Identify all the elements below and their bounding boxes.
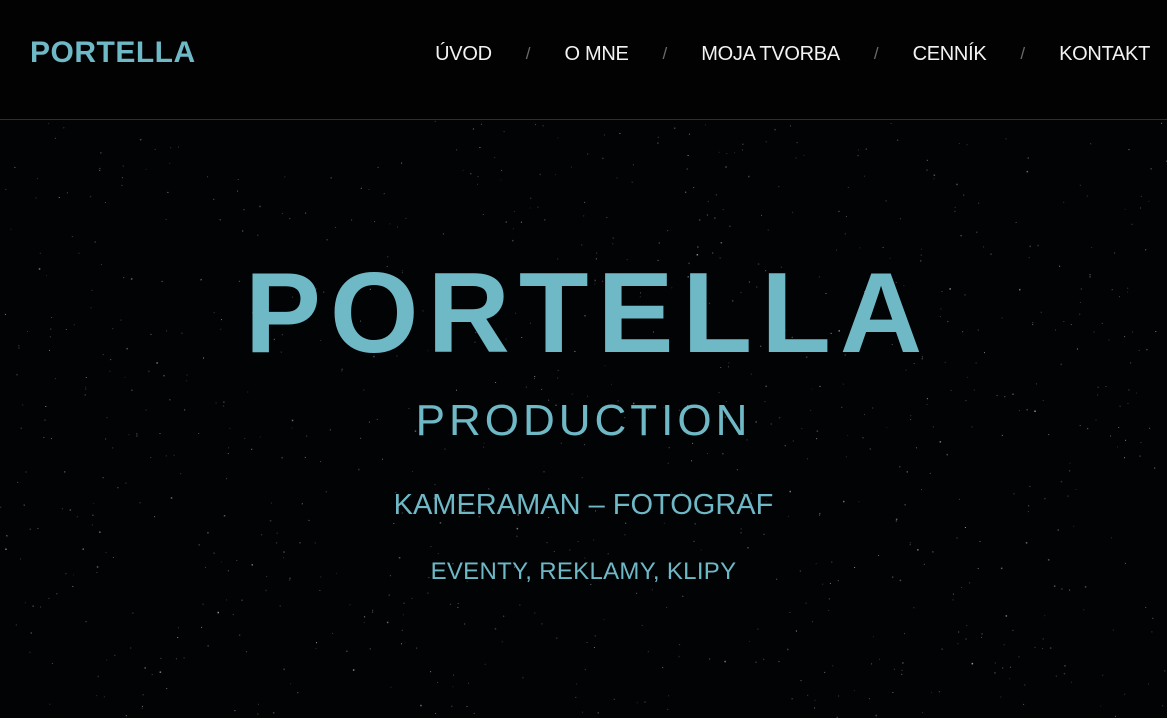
- nav-item-uvod[interactable]: ÚVOD: [435, 42, 492, 66]
- site-logo[interactable]: PORTELLA: [30, 36, 196, 70]
- nav-separator: /: [1020, 44, 1026, 63]
- hero-services: EVENTY, REKLAMY, KLIPY: [430, 558, 737, 585]
- nav-item-cennik[interactable]: CENNÍK: [913, 42, 987, 66]
- site-header: PORTELLA ÚVOD / O MNE / MOJA TVORBA / CE…: [0, 0, 1167, 120]
- hero-title: PORTELLA: [244, 250, 932, 377]
- nav-separator: /: [873, 44, 879, 63]
- nav-separator: /: [662, 44, 668, 63]
- nav-item-moja-tvorba[interactable]: MOJA TVORBA: [701, 42, 840, 66]
- hero-role: KAMERAMAN – FOTOGRAF: [393, 489, 774, 521]
- nav-item-o-mne[interactable]: O MNE: [564, 42, 628, 66]
- nav-item-kontakt[interactable]: KONTAKT: [1059, 42, 1150, 66]
- hero-subtitle: PRODUCTION: [415, 396, 752, 445]
- nav-separator: /: [525, 44, 531, 63]
- hero-section: PORTELLA PRODUCTION KAMERAMAN – FOTOGRAF…: [0, 120, 1167, 718]
- main-nav: ÚVOD / O MNE / MOJA TVORBA / CENNÍK / KO…: [435, 42, 1150, 66]
